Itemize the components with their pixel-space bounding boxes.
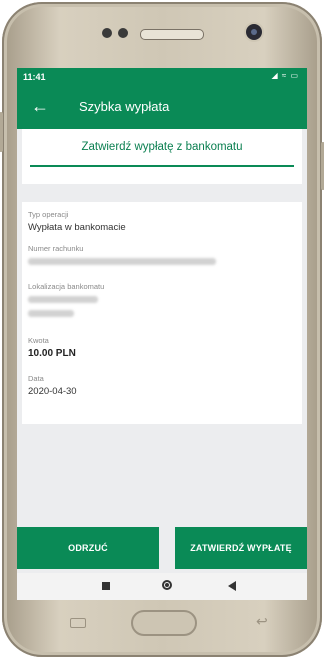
status-icons: ◢ ≈ ▭ [271, 71, 299, 80]
status-bar: 11:41 ◢ ≈ ▭ [17, 68, 307, 86]
amount-value: 10.00 PLN [28, 348, 76, 359]
atm-location-label: Lokalizacja bankomatu [28, 282, 105, 291]
nav-back-icon[interactable] [228, 581, 236, 591]
hardware-recents-key [70, 618, 86, 628]
back-arrow-icon[interactable]: ← [31, 97, 49, 115]
operation-details: Typ operacji Wypłata w bankomacie Numer … [22, 202, 302, 424]
operation-type-value: Wypłata w bankomacie [28, 222, 126, 233]
date-label: Data [28, 374, 44, 383]
earpiece-speaker [140, 29, 204, 40]
hardware-back-key: ↩ [256, 613, 268, 629]
nav-home-icon[interactable] [162, 580, 172, 590]
confirm-header: Zatwierdź wypłatę z bankomatu [22, 129, 302, 184]
app-bar: ← Szybka wypłata [17, 86, 307, 129]
operation-type-label: Typ operacji [28, 210, 69, 219]
hardware-home-button [131, 610, 197, 636]
atm-location-redacted-line1 [28, 296, 98, 303]
reject-button[interactable]: ODRZUĆ [17, 527, 159, 569]
amount-label: Kwota [28, 336, 49, 345]
app-title: Szybka wypłata [79, 99, 170, 114]
front-camera [246, 24, 262, 40]
date-value: 2020-04-30 [28, 386, 77, 397]
confirm-withdrawal-button[interactable]: ZATWIERDŹ WYPŁATĘ [175, 527, 307, 569]
sensor-dots [102, 28, 128, 38]
status-time: 11:41 [23, 72, 46, 82]
android-nav-bar [17, 573, 307, 600]
phone-screen: 11:41 ◢ ≈ ▭ ← Szybka wypłata Zatwierdź w… [17, 68, 307, 600]
volume-button [0, 112, 3, 152]
nav-recents-icon[interactable] [102, 582, 110, 590]
account-number-label: Numer rachunku [28, 244, 84, 253]
confirm-underline [30, 165, 294, 167]
account-number-redacted [28, 258, 216, 265]
confirm-title: Zatwierdź wypłatę z bankomatu [81, 141, 243, 153]
atm-location-redacted-line2 [28, 310, 74, 317]
